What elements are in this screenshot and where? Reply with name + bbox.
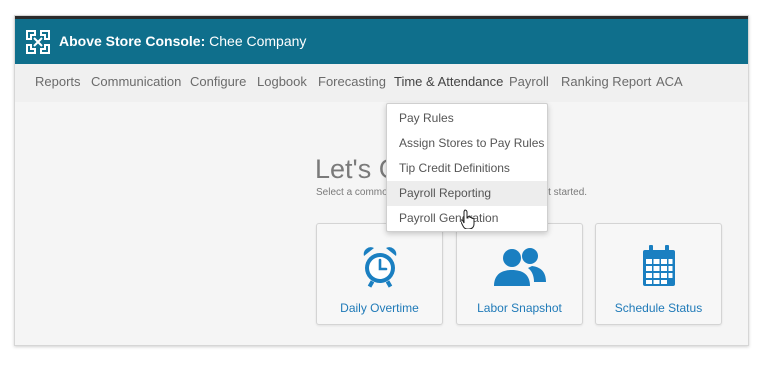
nav-time-attendance[interactable]: Time & Attendance bbox=[394, 74, 503, 89]
nav-payroll[interactable]: Payroll bbox=[509, 74, 549, 89]
nav-forecasting[interactable]: Forecasting bbox=[318, 74, 386, 89]
schedule-status-card[interactable]: Schedule Status bbox=[595, 223, 722, 325]
app-title: Above Store Console: Chee Company bbox=[59, 33, 306, 49]
nav-configure[interactable]: Configure bbox=[190, 74, 246, 89]
labor-snapshot-card[interactable]: Labor Snapshot bbox=[456, 223, 583, 325]
page-subtitle: Select a commo bbox=[316, 187, 388, 198]
app-header: Above Store Console: Chee Company bbox=[15, 16, 748, 64]
company-name: Chee Company bbox=[209, 33, 307, 49]
app-window: Above Store Console: Chee Company Report… bbox=[14, 15, 749, 346]
daily-overtime-label: Daily Overtime bbox=[340, 301, 419, 315]
nav-reports[interactable]: Reports bbox=[35, 74, 81, 89]
time-attendance-dropdown: Pay Rules Assign Stores to Pay Rules Tip… bbox=[386, 103, 548, 232]
main-nav: Reports Communication Configure Logbook … bbox=[15, 64, 748, 102]
daily-overtime-card[interactable]: Daily Overtime bbox=[316, 223, 443, 325]
nav-ranking-report[interactable]: Ranking Report bbox=[561, 74, 651, 89]
menu-item-payroll-generation[interactable]: Payroll Generation bbox=[387, 206, 547, 231]
users-icon bbox=[457, 244, 582, 288]
nav-logbook[interactable]: Logbook bbox=[257, 74, 307, 89]
menu-item-payroll-reporting[interactable]: Payroll Reporting bbox=[387, 181, 547, 206]
nav-aca[interactable]: ACA bbox=[656, 74, 683, 89]
menu-item-tip-credit-definitions[interactable]: Tip Credit Definitions bbox=[387, 156, 547, 181]
menu-item-pay-rules[interactable]: Pay Rules bbox=[387, 106, 547, 131]
alarm-clock-icon bbox=[317, 244, 442, 288]
calendar-icon bbox=[596, 244, 721, 288]
brand-name: Above Store Console: bbox=[59, 33, 206, 49]
labor-snapshot-label: Labor Snapshot bbox=[477, 301, 562, 315]
nav-communication[interactable]: Communication bbox=[91, 74, 181, 89]
schedule-status-label: Schedule Status bbox=[614, 301, 703, 315]
menu-item-assign-stores-to-pay-rules[interactable]: Assign Stores to Pay Rules bbox=[387, 131, 547, 156]
above-store-logo-icon bbox=[26, 30, 50, 54]
